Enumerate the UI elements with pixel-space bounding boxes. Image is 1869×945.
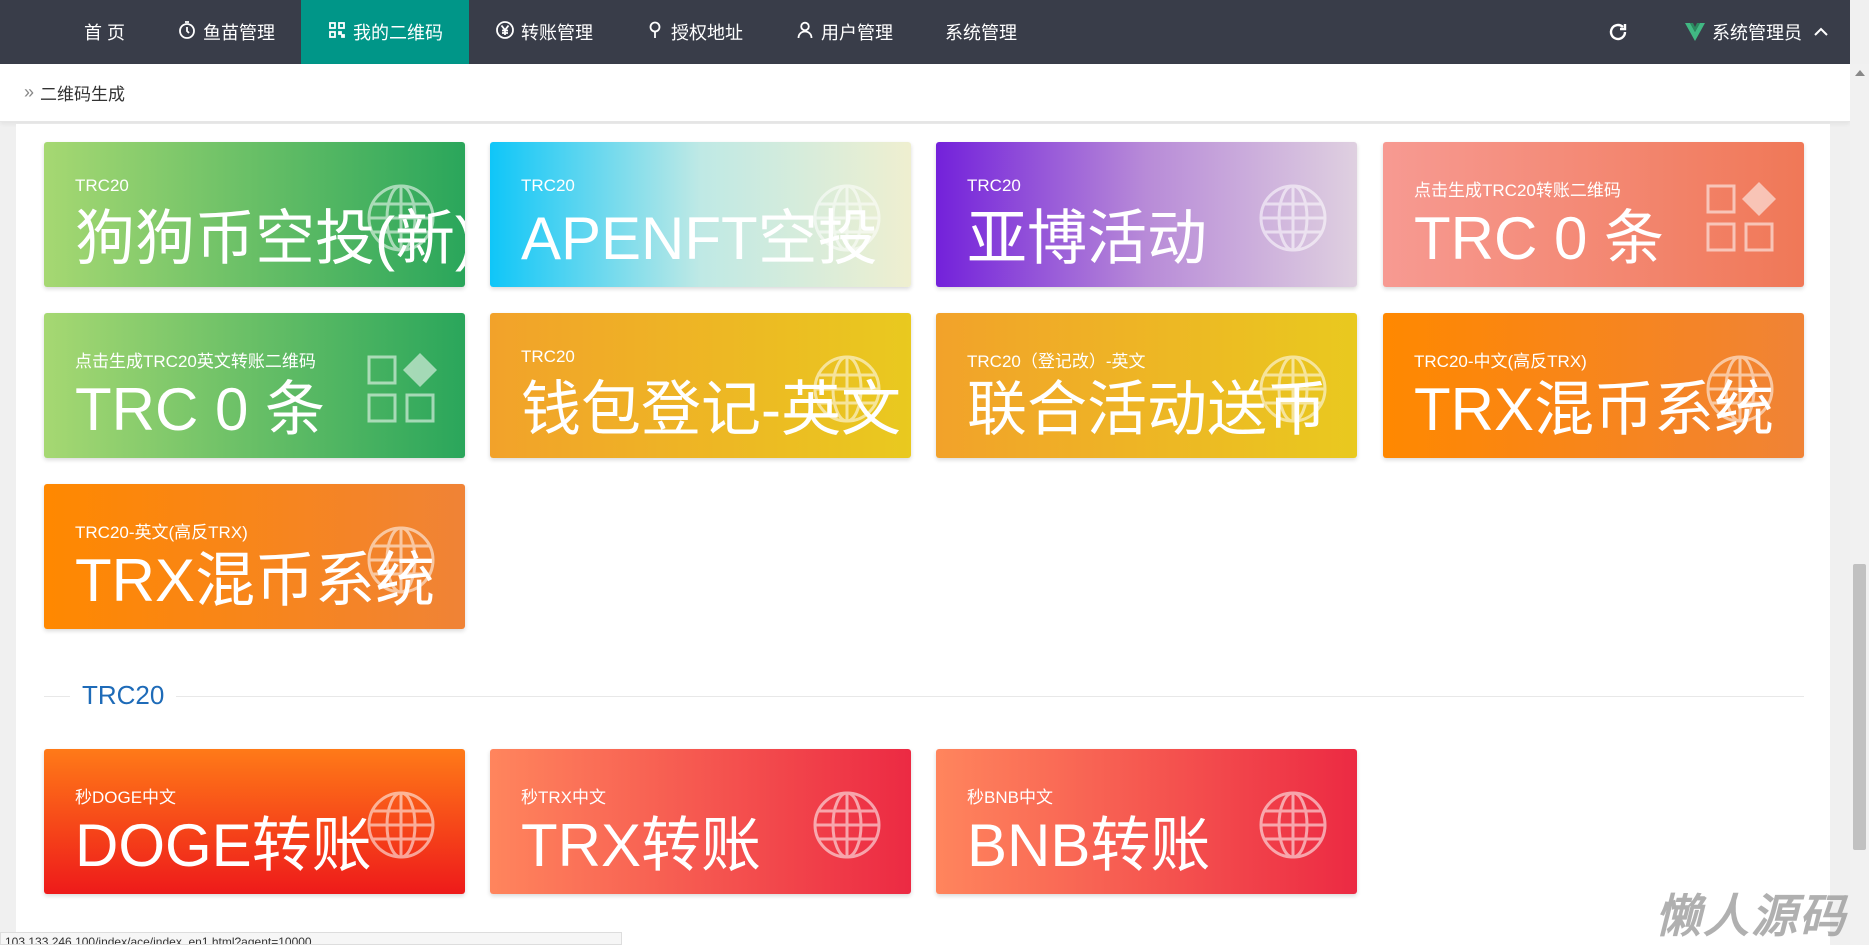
transfer-card[interactable]: 秒BNB中文 BNB转账 — [936, 749, 1357, 894]
status-url-bar: 103.133.246.100/index/ace/index_en1.html… — [0, 932, 622, 945]
nav-item-transfer[interactable]: 转账管理 — [469, 0, 619, 64]
card-subtitle: TRC20-中文(高反TRX) — [1414, 352, 1587, 371]
qrcode-card[interactable]: TRC20（登记改）-英文 联合活动送币 — [936, 313, 1357, 458]
qrcode-card[interactable]: 点击生成TRC20英文转账二维码 TRC 0 条 — [44, 313, 465, 458]
watermark-logo: 懒人源码 — [1655, 890, 1847, 942]
card-subtitle: 点击生成TRC20转账二维码 — [1414, 181, 1621, 200]
globe-icon — [365, 789, 437, 861]
card-subtitle: 秒DOGE中文 — [75, 788, 177, 807]
nav-item-label: 首 页 — [84, 23, 126, 43]
breadcrumb: » 二维码生成 — [0, 64, 1850, 122]
qrcode-card[interactable]: TRC20 狗狗币空投(新) — [44, 142, 465, 287]
nav-item-label: 我的二维码 — [353, 23, 444, 43]
card-title: BNB转账 — [967, 812, 1211, 879]
section-title: TRC20 — [44, 680, 1804, 712]
nav-item-label: 系统管理 — [945, 23, 1018, 43]
section-label: TRC20 — [70, 680, 177, 711]
nav-item-system[interactable]: 系统管理 — [919, 0, 1043, 64]
qrcode-icon — [327, 20, 353, 45]
globe-icon — [1257, 353, 1329, 425]
card-subtitle: TRC20 — [967, 176, 1021, 195]
card-subtitle: 秒TRX中文 — [521, 788, 606, 807]
nav-item-label: 转账管理 — [521, 23, 594, 43]
user-icon — [795, 20, 821, 45]
card-subtitle: TRC20 — [75, 176, 129, 195]
card-subtitle: 秒BNB中文 — [967, 788, 1053, 807]
vertical-scrollbar[interactable] — [1850, 64, 1869, 945]
nav-item-users[interactable]: 用户管理 — [769, 0, 919, 64]
apps-icon — [1704, 182, 1776, 254]
card-subtitle: TRC20（登记改）-英文 — [967, 352, 1146, 371]
yen-icon — [495, 20, 521, 45]
breadcrumb-label[interactable]: 二维码生成 — [40, 80, 125, 105]
admin-menu[interactable]: 系统管理员 — [1684, 19, 1830, 45]
timer-icon — [177, 20, 203, 45]
card-title: TRX转账 — [521, 812, 761, 879]
vue-logo-icon — [1685, 23, 1705, 41]
nav-item-label: 用户管理 — [821, 23, 894, 43]
location-icon — [645, 20, 671, 45]
double-chevron-right-icon: » — [24, 82, 35, 102]
card-subtitle: TRC20 — [521, 347, 575, 366]
card-subtitle: TRC20-英文(高反TRX) — [75, 523, 248, 542]
qrcode-card[interactable]: TRC20 APENFT空投 — [490, 142, 911, 287]
card-title: TRC 0 条 — [1414, 205, 1665, 272]
globe-icon — [1257, 789, 1329, 861]
section-divider — [44, 696, 1804, 697]
nav-item-label: 授权地址 — [671, 23, 744, 43]
globe-icon — [811, 789, 883, 861]
qrcode-card[interactable]: TRC20 钱包登记-英文 — [490, 313, 911, 458]
globe-icon — [365, 524, 437, 596]
chevron-up-icon — [1814, 27, 1828, 36]
qrcode-card[interactable]: TRC20-英文(高反TRX) TRX混币系统 — [44, 484, 465, 629]
nav-item-fry[interactable]: 鱼苗管理 — [151, 0, 301, 64]
scrollbar-thumb[interactable] — [1853, 564, 1866, 850]
card-title: 亚博活动 — [967, 205, 1207, 272]
card-subtitle: TRC20 — [521, 176, 575, 195]
admin-label: 系统管理员 — [1712, 23, 1802, 43]
scroll-up-arrow-icon[interactable] — [1855, 70, 1865, 76]
apps-icon — [365, 353, 437, 425]
nav-right: 系统管理员 — [1606, 0, 1850, 64]
globe-icon — [1257, 182, 1329, 254]
top-nav: 首 页 鱼苗管理 我的二维码 转账管理 授权地址 用户管理 系统管理 系统管理员 — [0, 0, 1850, 64]
nav-item-home[interactable]: 首 页 — [0, 0, 151, 64]
card-title: TRC 0 条 — [75, 376, 326, 443]
qrcode-card[interactable]: TRC20 亚博活动 — [936, 142, 1357, 287]
nav-item-qrcode[interactable]: 我的二维码 — [301, 0, 470, 64]
transfer-card[interactable]: 秒TRX中文 TRX转账 — [490, 749, 911, 894]
transfer-card[interactable]: 秒DOGE中文 DOGE转账 — [44, 749, 465, 894]
globe-icon — [1704, 353, 1776, 425]
globe-icon — [811, 182, 883, 254]
nav-item-auth-address[interactable]: 授权地址 — [619, 0, 769, 64]
card-title: DOGE转账 — [75, 812, 372, 879]
globe-icon — [811, 353, 883, 425]
qrcode-card[interactable]: TRC20-中文(高反TRX) TRX混币系统 — [1383, 313, 1804, 458]
nav-item-label: 鱼苗管理 — [203, 23, 276, 43]
globe-icon — [365, 182, 437, 254]
main-content: TRC20 狗狗币空投(新) TRC20 APENFT空投 TRC20 亚博活动… — [16, 124, 1830, 945]
card-subtitle: 点击生成TRC20英文转账二维码 — [75, 352, 316, 371]
refresh-icon[interactable] — [1606, 20, 1630, 44]
qrcode-card[interactable]: 点击生成TRC20转账二维码 TRC 0 条 — [1383, 142, 1804, 287]
